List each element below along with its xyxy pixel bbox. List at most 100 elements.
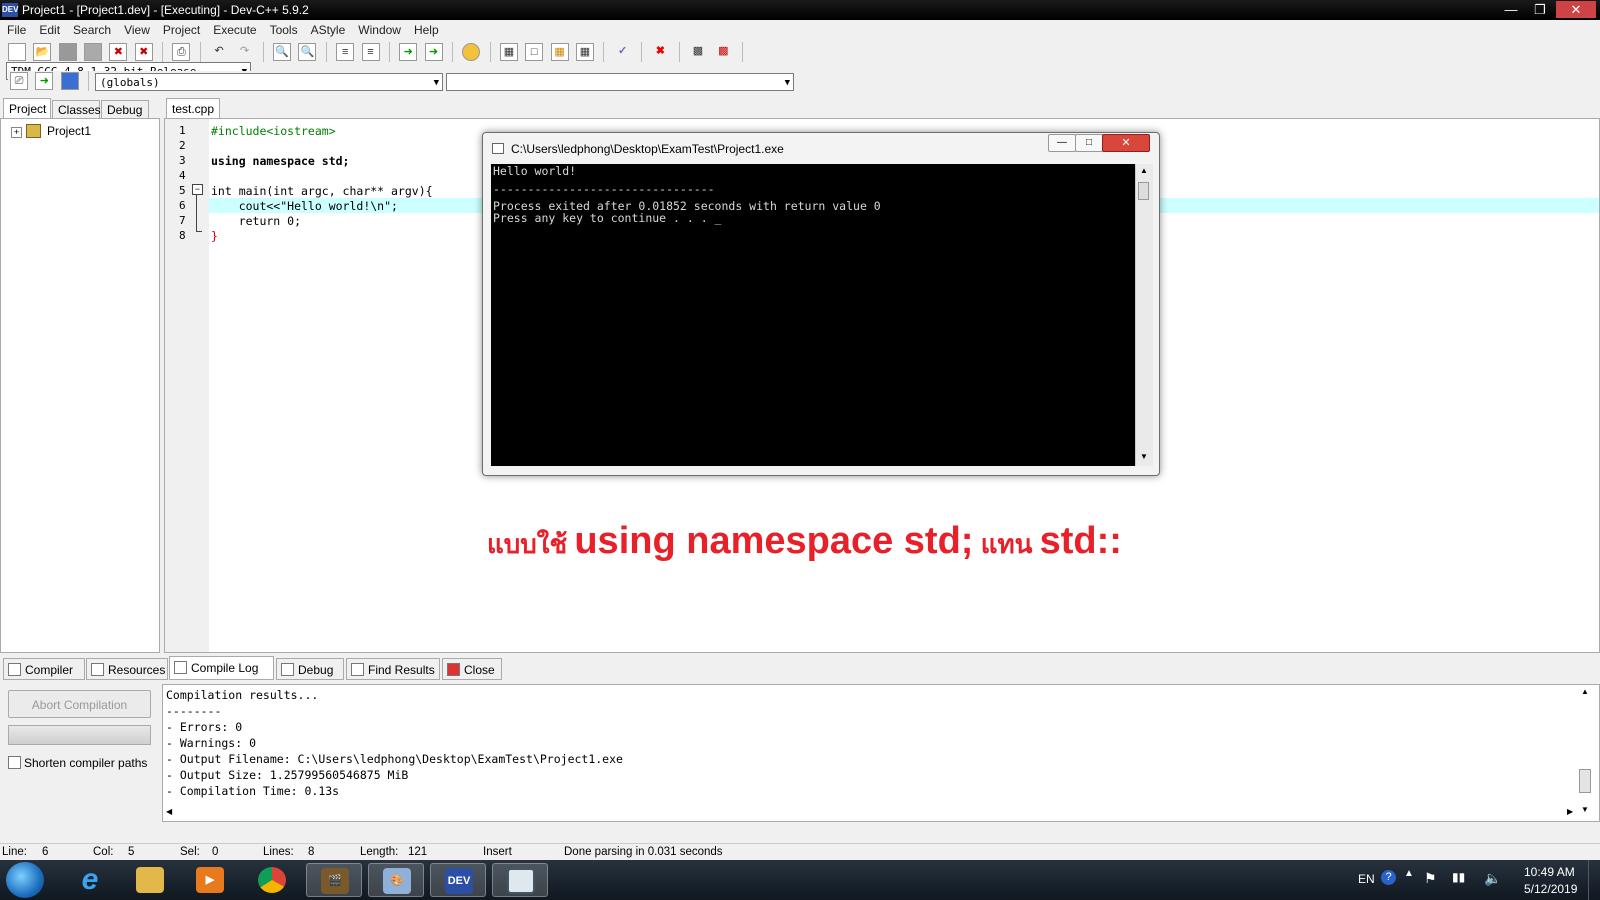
- menu-astyle[interactable]: AStyle: [304, 20, 352, 37]
- open-file-icon[interactable]: 📂: [33, 43, 52, 61]
- close-file-icon[interactable]: ✖: [109, 43, 128, 61]
- new-file-icon[interactable]: [8, 43, 26, 61]
- maximize-icon[interactable]: ❐: [1526, 1, 1554, 18]
- scroll-up-icon[interactable]: ▲: [1581, 687, 1589, 696]
- chrome-icon[interactable]: [244, 863, 300, 897]
- compile-run-icon[interactable]: ▦: [550, 43, 569, 61]
- add-to-project-icon[interactable]: ➜: [399, 43, 418, 61]
- replace-icon[interactable]: 🔍: [298, 43, 317, 61]
- menu-file[interactable]: File: [0, 20, 32, 37]
- help-icon[interactable]: ?: [1381, 870, 1396, 885]
- status-lines-label: Lines:: [263, 846, 294, 858]
- menu-window[interactable]: Window: [351, 20, 407, 37]
- tab-compile-log[interactable]: Compile Log: [169, 656, 274, 680]
- tab-find-results[interactable]: Find Results: [346, 658, 440, 680]
- member-select[interactable]: ▼: [446, 73, 794, 91]
- tab-label: Compiler: [25, 663, 74, 677]
- code-line: using namespace std;: [211, 154, 350, 168]
- delete-profile-icon[interactable]: ▩: [714, 43, 732, 61]
- tab-compiler[interactable]: Compiler: [3, 658, 85, 680]
- menu-execute[interactable]: Execute: [206, 20, 262, 37]
- abort-compilation-button[interactable]: Abort Compilation: [8, 690, 151, 718]
- console-scrollbar[interactable]: ▲ ▼: [1135, 164, 1153, 466]
- scroll-left-icon[interactable]: ◀: [166, 807, 172, 816]
- toggle-bookmark-icon[interactable]: ➜: [35, 72, 54, 90]
- scope-select[interactable]: (globals) ▼: [95, 73, 443, 91]
- print-icon[interactable]: ⎙: [172, 43, 191, 61]
- find-icon[interactable]: 🔍: [273, 43, 292, 61]
- goto-icon[interactable]: [462, 43, 481, 61]
- log-line: - Output Size: 1.25799560546875 MiB: [166, 768, 409, 782]
- tab-close[interactable]: Close: [442, 658, 502, 680]
- status-line-label: Line:: [2, 846, 27, 858]
- file-explorer-icon[interactable]: [122, 863, 178, 897]
- menu-help[interactable]: Help: [407, 20, 445, 37]
- console-close-icon[interactable]: ✕: [1102, 134, 1150, 152]
- windows-start-icon[interactable]: [6, 862, 44, 898]
- scroll-right-icon[interactable]: ▶: [1567, 807, 1573, 816]
- fold-collapse-icon[interactable]: −: [192, 184, 203, 195]
- clock-time[interactable]: 10:49 AM: [1524, 865, 1575, 879]
- goto-bookmark-icon[interactable]: [60, 72, 79, 90]
- console-maximize-icon[interactable]: □: [1075, 134, 1103, 152]
- language-indicator[interactable]: EN: [1358, 872, 1375, 886]
- tray-arrow-icon[interactable]: ▲: [1404, 868, 1414, 879]
- save-icon[interactable]: [58, 43, 77, 61]
- tab-project[interactable]: Project: [3, 98, 51, 118]
- compile-log[interactable]: Compilation results... -------- - Errors…: [162, 684, 1600, 822]
- unindent-icon[interactable]: ≡: [361, 43, 380, 61]
- scroll-thumb[interactable]: [1138, 182, 1149, 200]
- scroll-thumb[interactable]: [1579, 769, 1591, 793]
- menu-tools[interactable]: Tools: [263, 20, 304, 37]
- close-all-icon[interactable]: ✖: [134, 43, 153, 61]
- insert-icon[interactable]: ⎚: [10, 72, 28, 90]
- action-center-icon[interactable]: ⚑: [1424, 870, 1437, 887]
- clock-date[interactable]: 5/12/2019: [1524, 882, 1577, 896]
- minimize-icon[interactable]: —: [1497, 1, 1525, 18]
- tab-debug[interactable]: Debug: [276, 658, 344, 680]
- paint-icon[interactable]: 🎨: [368, 863, 424, 897]
- redo-icon[interactable]: ↷: [235, 43, 253, 61]
- menu-project[interactable]: Project: [156, 20, 206, 37]
- scroll-down-icon[interactable]: ▼: [1581, 805, 1589, 814]
- console-app-icon[interactable]: [492, 863, 548, 897]
- video-editor-icon[interactable]: 🎬: [306, 863, 362, 897]
- tab-test-cpp[interactable]: test.cpp: [166, 98, 220, 118]
- volume-icon[interactable]: 🔈: [1484, 870, 1501, 887]
- tab-debug-left[interactable]: Debug: [101, 100, 149, 118]
- console-minimize-icon[interactable]: —: [1048, 134, 1076, 152]
- shorten-paths-checkbox[interactable]: Shorten compiler paths: [8, 756, 147, 770]
- expand-icon[interactable]: +: [11, 127, 22, 138]
- tab-resources[interactable]: Resources: [86, 658, 168, 680]
- stop-execution-icon[interactable]: ✖: [651, 43, 669, 61]
- tab-classes[interactable]: Classes: [52, 100, 101, 118]
- compile-icon[interactable]: ▦: [499, 43, 518, 61]
- show-desktop-button[interactable]: [1588, 860, 1600, 900]
- menu-view[interactable]: View: [117, 20, 156, 37]
- project-tree-root[interactable]: Project1: [47, 124, 91, 138]
- internet-explorer-icon[interactable]: e: [62, 863, 118, 897]
- fold-line: [196, 231, 202, 232]
- log-line: - Output Filename: C:\Users\ledphong\Des…: [166, 752, 623, 766]
- remove-from-project-icon[interactable]: ➜: [424, 43, 443, 61]
- console-line: Press any key to continue . . . _: [493, 211, 722, 225]
- rebuild-icon[interactable]: ▦: [575, 43, 594, 61]
- menu-search[interactable]: Search: [66, 20, 117, 37]
- run-icon[interactable]: □: [525, 43, 544, 61]
- line-number: 4: [179, 169, 186, 182]
- save-all-icon[interactable]: [84, 43, 103, 61]
- indent-icon[interactable]: ≡: [336, 43, 355, 61]
- profile-icon[interactable]: ▩: [689, 43, 707, 61]
- compile-controls: Abort Compilation Shorten compiler paths: [0, 681, 160, 841]
- undo-icon[interactable]: ↶: [210, 43, 228, 61]
- scroll-up-icon[interactable]: ▲: [1140, 166, 1148, 175]
- media-player-icon[interactable]: ▶: [182, 863, 238, 897]
- dev-cpp-icon[interactable]: DEV: [430, 863, 486, 897]
- console-output[interactable]: Hello world! ---------------------------…: [491, 164, 1135, 466]
- menu-edit[interactable]: Edit: [32, 20, 66, 37]
- scroll-down-icon[interactable]: ▼: [1140, 452, 1148, 461]
- console-window[interactable]: C:\Users\ledphong\Desktop\ExamTest\Proje…: [482, 132, 1160, 476]
- syntax-check-icon[interactable]: ✓: [614, 43, 632, 61]
- network-icon[interactable]: ▮▮: [1452, 870, 1465, 884]
- close-icon[interactable]: ✕: [1556, 1, 1596, 18]
